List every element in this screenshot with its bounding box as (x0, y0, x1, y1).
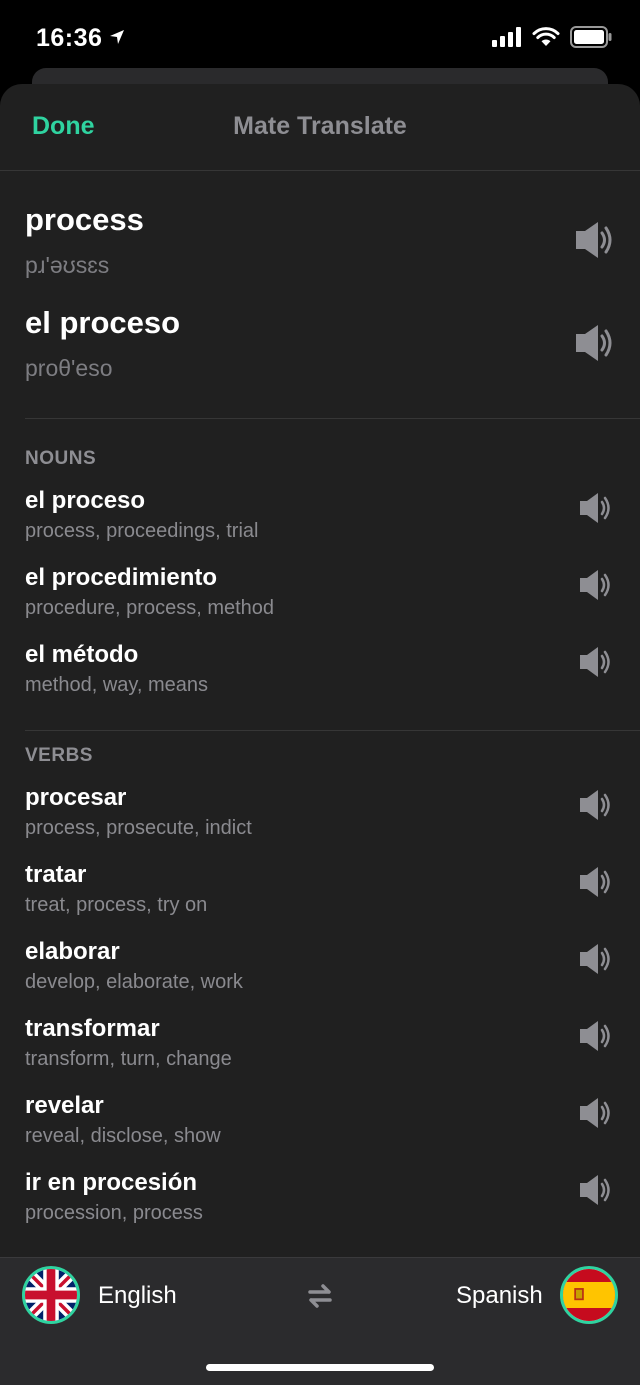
speaker-icon[interactable] (578, 1017, 616, 1060)
speaker-icon[interactable] (578, 786, 616, 829)
item-word: ir en procesión (25, 1169, 198, 1196)
item-translations: procedure, process, method (25, 597, 275, 619)
item-word: elaborar (25, 938, 120, 965)
battery-icon (570, 26, 612, 53)
translation-sheet: Done Mate Translate process pɹ'əʊsɛs el … (0, 84, 640, 1385)
target-phonetic: proθ'eso (25, 355, 113, 381)
item-translations: treat, process, try on (25, 894, 208, 916)
source-word: process (25, 202, 144, 237)
target-word: el proceso (25, 305, 181, 340)
speaker-icon[interactable] (578, 1171, 616, 1214)
list-item[interactable]: el método method, way, means (0, 641, 640, 711)
list-item[interactable]: el proceso process, proceedings, trial (0, 487, 640, 557)
home-indicator (206, 1364, 434, 1371)
section-title-nouns: NOUNS (25, 448, 97, 469)
item-word: el método (25, 641, 139, 668)
spain-flag-icon[interactable] (560, 1266, 618, 1324)
list-item[interactable]: el procedimiento procedure, process, met… (0, 564, 640, 634)
uk-flag-icon[interactable] (22, 1266, 80, 1324)
speaker-icon[interactable] (578, 643, 616, 686)
target-language[interactable]: Spanish (456, 1282, 543, 1310)
list-item[interactable]: procesar process, prosecute, indict (0, 784, 640, 854)
status-indicators (492, 26, 612, 53)
source-phonetic: pɹ'əʊsɛs (25, 252, 110, 278)
list-item[interactable]: transformar transform, turn, change (0, 1015, 640, 1085)
item-word: tratar (25, 861, 87, 888)
item-translations: process, proceedings, trial (25, 520, 259, 542)
wifi-icon (532, 27, 560, 52)
signal-icon (492, 27, 522, 52)
item-word: transformar (25, 1015, 160, 1042)
speaker-icon[interactable] (578, 863, 616, 906)
speaker-icon[interactable] (578, 940, 616, 983)
item-translations: procession, process (25, 1202, 203, 1224)
item-word: procesar (25, 784, 127, 811)
status-time: 16:36 (36, 24, 103, 52)
divider (25, 730, 640, 731)
item-translations: transform, turn, change (25, 1048, 232, 1070)
swap-arrows-icon[interactable] (304, 1280, 336, 1317)
divider (25, 418, 640, 419)
item-translations: method, way, means (25, 674, 209, 696)
item-word: el procedimiento (25, 564, 218, 591)
status-bar: 16:36 (0, 0, 640, 78)
list-item[interactable]: ir en procesión procession, process (0, 1169, 640, 1239)
list-item[interactable]: elaborar develop, elaborate, work (0, 938, 640, 1008)
source-language[interactable]: English (98, 1282, 177, 1310)
section-title-verbs: VERBS (25, 745, 93, 766)
language-bar: English Spanish (0, 1257, 640, 1385)
speaker-icon[interactable] (578, 489, 616, 532)
item-translations: develop, elaborate, work (25, 971, 243, 993)
target-entry: el proceso proθ'eso (25, 305, 180, 382)
sheet-title: Mate Translate (233, 112, 407, 140)
item-translations: process, prosecute, indict (25, 817, 252, 839)
item-word: el proceso (25, 487, 146, 514)
speaker-icon[interactable] (578, 566, 616, 609)
list-item[interactable]: tratar treat, process, try on (0, 861, 640, 931)
list-item[interactable]: revelar reveal, disclose, show (0, 1092, 640, 1162)
source-entry: process pɹ'əʊsɛs (25, 202, 144, 279)
location-arrow-icon (108, 28, 126, 51)
target-speaker-icon[interactable] (574, 321, 618, 370)
source-speaker-icon[interactable] (574, 218, 618, 267)
item-word: revelar (25, 1092, 104, 1119)
item-translations: reveal, disclose, show (25, 1125, 221, 1147)
speaker-icon[interactable] (578, 1094, 616, 1137)
sheet-header: Done Mate Translate (0, 84, 640, 171)
